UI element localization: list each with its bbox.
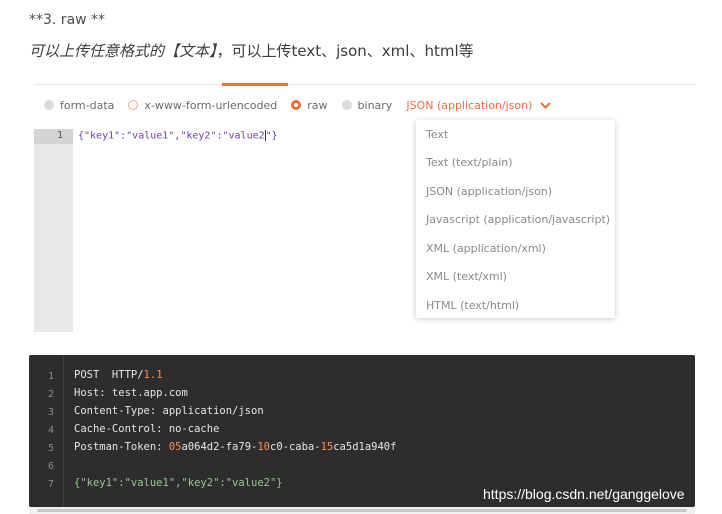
code-block-gutter: 1 2 3 4 5 6 7 bbox=[29, 355, 64, 507]
code-text: Postman-Token: bbox=[74, 441, 169, 453]
code-number: 10 bbox=[257, 441, 270, 453]
code-line: POST HTTP/1.1 bbox=[74, 369, 163, 381]
line-number: 4 bbox=[47, 425, 54, 436]
code-line: Content-Type: application/json bbox=[74, 405, 264, 417]
scrollbar-thumb[interactable] bbox=[37, 509, 687, 512]
code-text-end: "} bbox=[265, 130, 278, 142]
radio-label: x-www-form-urlencoded bbox=[144, 98, 278, 112]
description-emphasis: 可以上传任意格式的【文本】 bbox=[29, 42, 217, 60]
code-text: ca5d1a940f bbox=[333, 441, 397, 453]
code-line: Postman-Token: 05a064d2-fa79-10c0-caba-1… bbox=[74, 441, 396, 453]
http-request-code-block: 1 2 3 4 5 6 7 POST HTTP/1.1 Host: test.a… bbox=[29, 355, 695, 507]
content-type-select[interactable]: JSON (application/json) bbox=[406, 98, 552, 112]
code-line: {"key1":"value1","key2":"value2"} bbox=[74, 477, 283, 489]
dropdown-option-html[interactable]: HTML (text/html) bbox=[416, 291, 615, 320]
dropdown-option-json[interactable]: JSON (application/json) bbox=[416, 177, 615, 206]
dropdown-option-text[interactable]: Text bbox=[416, 120, 615, 149]
code-text: POST HTTP/ bbox=[74, 369, 144, 381]
radio-label: binary bbox=[357, 98, 393, 112]
dropdown-option-text-plain[interactable]: Text (text/plain) bbox=[416, 149, 615, 178]
line-number: 3 bbox=[47, 407, 54, 418]
radio-x-www-form-urlencoded[interactable]: x-www-form-urlencoded bbox=[128, 99, 277, 112]
dropdown-option-xml-application[interactable]: XML (application/xml) bbox=[416, 234, 615, 263]
radio-icon bbox=[44, 100, 54, 110]
dropdown-option-xml-text[interactable]: XML (text/xml) bbox=[416, 263, 615, 292]
radio-label: raw bbox=[307, 98, 328, 112]
code-number: 1.1 bbox=[143, 369, 163, 381]
body-type-radio-group: form-data x-www-form-urlencoded raw bina… bbox=[44, 95, 552, 115]
active-tab-indicator bbox=[222, 83, 288, 86]
code-number: 05 bbox=[168, 441, 182, 453]
line-number: 2 bbox=[47, 389, 54, 400]
code-line: Cache-Control: no-cache bbox=[74, 423, 220, 435]
radio-raw[interactable]: raw bbox=[291, 98, 328, 112]
dropdown-option-javascript[interactable]: Javascript (application/javascript) bbox=[416, 206, 615, 235]
horizontal-scrollbar[interactable] bbox=[29, 507, 695, 514]
line-number: 1 bbox=[56, 130, 63, 141]
description-rest: ，可以上传text、json、xml、html等 bbox=[216, 42, 474, 60]
section-description: 可以上传任意格式的【文本】，可以上传text、json、xml、html等 bbox=[29, 40, 474, 61]
editor-code-line[interactable]: {"key1":"value1","key2":"value2"} bbox=[78, 130, 278, 142]
code-text: c0-caba- bbox=[270, 441, 321, 453]
radio-icon bbox=[128, 100, 139, 110]
content-type-dropdown-menu: Text Text (text/plain) JSON (application… bbox=[416, 120, 615, 318]
panel-divider bbox=[34, 84, 695, 85]
code-line: Host: test.app.com bbox=[74, 387, 188, 399]
radio-label: form-data bbox=[60, 98, 115, 112]
line-number: 5 bbox=[47, 443, 54, 454]
radio-binary[interactable]: binary bbox=[341, 98, 393, 112]
code-number: 15 bbox=[320, 441, 334, 453]
radio-form-data[interactable]: form-data bbox=[44, 99, 114, 112]
section-heading: **3. raw ** bbox=[29, 12, 106, 28]
code-text: a064d2-fa79- bbox=[181, 441, 258, 453]
watermark: https://blog.csdn.net/ganggelove bbox=[483, 486, 685, 502]
radio-icon bbox=[341, 100, 352, 110]
radio-checked-icon bbox=[291, 100, 302, 110]
content-type-value: JSON (application/json) bbox=[406, 98, 533, 112]
line-number: 1 bbox=[47, 371, 54, 382]
editor-gutter: 1 bbox=[34, 129, 73, 332]
code-text: {"key1":"value1","key2":"value2 bbox=[78, 130, 265, 142]
chevron-down-icon bbox=[540, 101, 552, 109]
line-number: 6 bbox=[47, 461, 54, 472]
line-number: 7 bbox=[47, 479, 54, 490]
